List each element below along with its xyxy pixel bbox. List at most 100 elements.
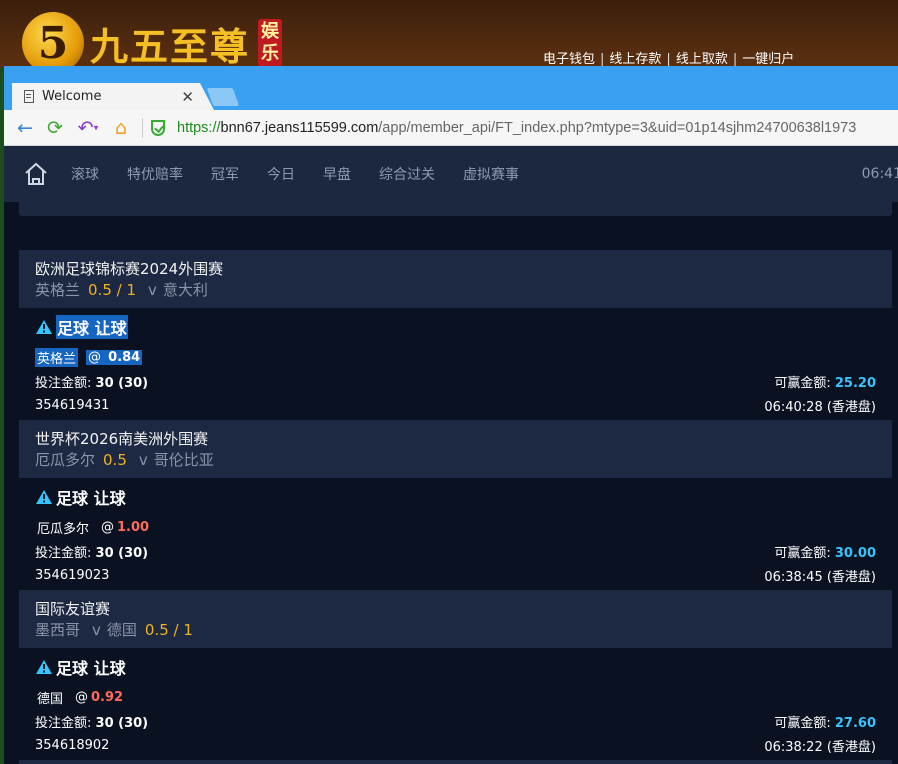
bet-pick: 德国 @0.92 bbox=[35, 688, 876, 707]
match-header: 国际友谊赛 墨西哥 v 德国 0.5 / 1 bbox=[19, 590, 892, 648]
bet-pick: 英格兰 @ 0.84 bbox=[35, 347, 876, 367]
bet-detail: 足球 让球 英格兰 @ 0.84 投注金额: 30 (30) 可赢金额: 25.… bbox=[19, 315, 892, 417]
nav-virtual[interactable]: 虚拟赛事 bbox=[463, 164, 519, 184]
nav-today[interactable]: 今日 bbox=[267, 164, 295, 184]
site-top-links: 电子钱包 | 线上存款 | 线上取款 | 一键归户 bbox=[543, 48, 794, 67]
stake-value: 30 (30) bbox=[95, 715, 149, 731]
nav-special-odds[interactable]: 特优赔率 bbox=[127, 164, 183, 184]
nav-inplay[interactable]: 滚球 bbox=[71, 164, 99, 184]
match-teams: 厄瓜多尔 0.5 v 哥伦比亚 bbox=[35, 449, 876, 471]
win-label: 可赢金额: bbox=[774, 715, 831, 731]
match-teams: 墨西哥 v 德国 0.5 / 1 bbox=[35, 619, 876, 641]
stake-value: 30 (30) bbox=[95, 545, 149, 561]
document-icon bbox=[24, 90, 34, 103]
url-scheme: https:// bbox=[177, 119, 221, 136]
bet-type: 足球 让球 bbox=[35, 315, 876, 339]
link-consolidate[interactable]: 一键归户 bbox=[742, 52, 794, 67]
home-team: 英格兰 bbox=[35, 281, 81, 299]
address-bar: ← ⟳ ↶▾ ⌂ https://bnn67.jeans115599.com/a… bbox=[4, 110, 898, 146]
away-team: 意大利 bbox=[162, 281, 208, 299]
next-match-header-edge bbox=[19, 760, 892, 764]
picked-team: 德国 bbox=[37, 691, 64, 707]
url-path: /app/member_api/FT_index.php?mtype=3&uid… bbox=[378, 119, 857, 136]
warning-icon bbox=[36, 490, 52, 504]
top-strip bbox=[19, 202, 892, 216]
close-icon[interactable]: ✕ bbox=[181, 88, 194, 106]
separator: | bbox=[666, 52, 671, 67]
stake-label: 投注金额: bbox=[35, 715, 92, 731]
ticket-id: 354619431 bbox=[35, 397, 110, 413]
logo-tag: 娱乐 bbox=[258, 19, 283, 67]
match-teams: 英格兰 0.5 / 1 v 意大利 bbox=[35, 279, 876, 301]
home-icon[interactable]: ⌂ bbox=[106, 117, 136, 139]
bet-detail: 足球 让球 德国 @0.92 投注金额: 30 (30) 可赢金额: 27.60… bbox=[19, 656, 892, 757]
logo-emblem: 5 bbox=[22, 12, 84, 74]
ticket-id: 354619023 bbox=[35, 567, 110, 583]
stake-row: 投注金额: 30 (30) 可赢金额: 25.20 bbox=[35, 369, 876, 393]
bet-type: 足球 让球 bbox=[35, 486, 876, 508]
stake: 投注金额: 30 (30) bbox=[35, 712, 148, 731]
win-label: 可赢金额: bbox=[774, 375, 831, 391]
at-sign: @ bbox=[88, 349, 102, 365]
site-logo[interactable]: 5 九五至尊 娱乐 bbox=[22, 12, 283, 74]
stake: 投注金额: 30 (30) bbox=[35, 372, 148, 391]
picked-team: 英格兰 bbox=[35, 347, 79, 367]
versus: v bbox=[148, 281, 157, 299]
logo-text: 九五至尊 bbox=[90, 23, 251, 69]
browser-tab-welcome[interactable]: Welcome ✕ bbox=[12, 83, 214, 110]
bet-time: 06:40:28 (香港盘) bbox=[764, 399, 876, 415]
warning-icon bbox=[36, 660, 52, 674]
nav-parlay[interactable]: 综合过关 bbox=[379, 164, 435, 184]
match-header: 世界杯2026南美洲外围赛 厄瓜多尔 0.5 v 哥伦比亚 bbox=[19, 420, 892, 478]
nav-champion[interactable]: 冠军 bbox=[211, 164, 239, 184]
ticket-row: 354618902 06:38:22 (香港盘) bbox=[35, 733, 876, 757]
home-team: 墨西哥 bbox=[35, 621, 81, 639]
stake: 投注金额: 30 (30) bbox=[35, 542, 148, 561]
back-arrow-icon[interactable]: ← bbox=[10, 117, 40, 139]
app-nav-bar: 滚球 特优赔率 冠军 今日 早盘 综合过关 虚拟赛事 06:41 bbox=[4, 146, 898, 202]
bet-detail: 足球 让球 厄瓜多尔 @1.00 投注金额: 30 (30) 可赢金额: 30.… bbox=[19, 486, 892, 587]
link-deposit[interactable]: 线上存款 bbox=[609, 52, 661, 67]
home-nav-button[interactable] bbox=[23, 162, 49, 186]
league-name: 世界杯2026南美洲外围赛 bbox=[35, 430, 209, 448]
win: 可赢金额: 27.60 bbox=[774, 712, 876, 731]
ticket-row: 354619431 06:40:28 (香港盘) bbox=[35, 393, 876, 417]
odds: 0.92 bbox=[91, 689, 124, 705]
bet-time: 06:38:45 (香港盘) bbox=[764, 569, 876, 585]
handicap: 0.5 bbox=[103, 451, 127, 469]
home-team: 厄瓜多尔 bbox=[35, 451, 96, 469]
versus: v bbox=[92, 621, 101, 639]
bet-list: 欧洲足球锦标赛2024外围赛 英格兰 0.5 / 1 v 意大利 足球 让球 英格兰 … bbox=[4, 202, 898, 764]
away-team: 德国 bbox=[106, 621, 137, 639]
link-withdraw[interactable]: 线上取款 bbox=[676, 52, 728, 67]
ticket-row: 354619023 06:38:45 (香港盘) bbox=[35, 563, 876, 587]
bet-type-label: 足球 让球 bbox=[56, 315, 128, 339]
house-icon bbox=[25, 162, 47, 185]
secure-shield-icon[interactable] bbox=[151, 119, 165, 136]
bet-type: 足球 让球 bbox=[35, 656, 876, 678]
stake-value: 30 (30) bbox=[95, 375, 149, 391]
bet-time: 06:38:22 (香港盘) bbox=[764, 739, 876, 755]
win: 可赢金额: 25.20 bbox=[774, 372, 876, 391]
new-tab-button[interactable] bbox=[206, 88, 240, 106]
win-value: 27.60 bbox=[834, 715, 876, 731]
win: 可赢金额: 30.00 bbox=[774, 542, 876, 561]
link-ewallet[interactable]: 电子钱包 bbox=[543, 52, 595, 67]
handicap: 0.5 / 1 bbox=[88, 281, 137, 299]
clock: 06:41 bbox=[861, 166, 898, 182]
league-name: 国际友谊赛 bbox=[35, 600, 111, 618]
stake-label: 投注金额: bbox=[35, 375, 92, 391]
win-label: 可赢金额: bbox=[774, 545, 831, 561]
stake-row: 投注金额: 30 (30) 可赢金额: 30.00 bbox=[35, 539, 876, 563]
reload-icon[interactable]: ⟳ bbox=[40, 117, 70, 139]
tab-title: Welcome bbox=[42, 89, 102, 104]
picked-team: 厄瓜多尔 bbox=[37, 521, 90, 537]
odds: 0.84 bbox=[108, 349, 141, 365]
ticket-id: 354618902 bbox=[35, 737, 110, 753]
url-field[interactable]: https://bnn67.jeans115599.com/app/member… bbox=[177, 120, 856, 136]
nav-early[interactable]: 早盘 bbox=[323, 164, 351, 184]
win-value: 30.00 bbox=[834, 545, 876, 561]
undo-dropdown-icon[interactable]: ↶▾ bbox=[70, 117, 106, 139]
separator: | bbox=[600, 52, 605, 67]
at-sign: @ bbox=[75, 689, 89, 705]
